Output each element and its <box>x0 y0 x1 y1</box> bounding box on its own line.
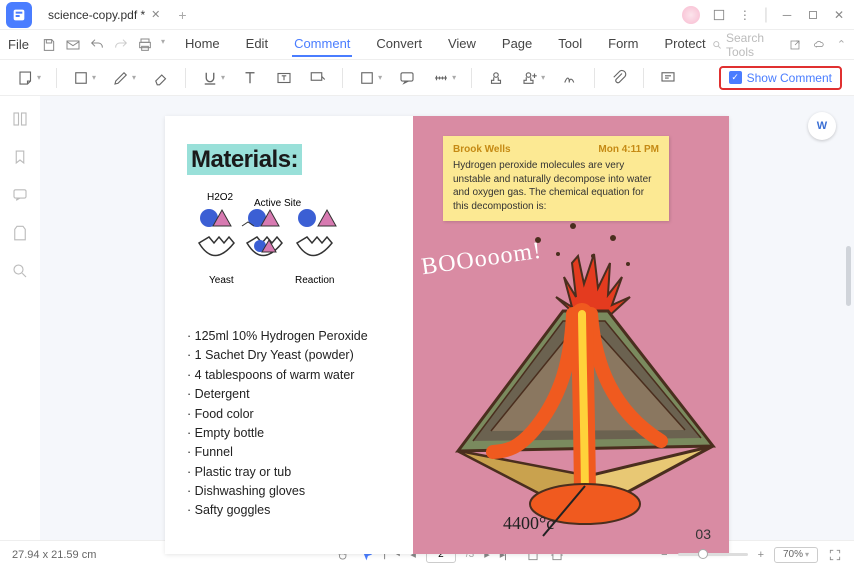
tab-close-icon[interactable]: ✕ <box>151 8 160 21</box>
stamp-custom-tool[interactable]: ▾ <box>516 66 550 90</box>
ai-sparkle-icon[interactable] <box>682 6 700 24</box>
comment-toolbar: ▾ ▾ ▾ ▾ ▾ ▾ ▾ ✓ Show Comment <box>0 60 854 96</box>
list-item: Empty bottle <box>187 424 393 443</box>
show-comment-label: Show Comment <box>747 71 832 85</box>
list-item: 4 tablespoons of warm water <box>187 366 393 385</box>
list-item: 125ml 10% Hydrogen Peroxide <box>187 327 393 346</box>
save-icon[interactable] <box>41 37 57 53</box>
cloud-icon[interactable] <box>813 37 825 53</box>
menubar: File ▾ Home Edit Comment Convert View Pa… <box>0 30 854 60</box>
list-item: Funnel <box>187 443 393 462</box>
kebab-menu-icon[interactable]: ⋮ <box>738 8 752 22</box>
qat-dropdown-icon[interactable]: ▾ <box>161 37 165 53</box>
checkbox-checked-icon: ✓ <box>729 71 742 84</box>
menu-protect[interactable]: Protect <box>662 32 707 57</box>
new-tab-button[interactable]: + <box>178 7 186 23</box>
collapse-ribbon-icon[interactable]: ⌃ <box>837 38 846 51</box>
temperature-label: 4400°c <box>503 513 554 534</box>
measure-tool[interactable]: ▾ <box>427 66 461 90</box>
vertical-scrollbar[interactable] <box>846 246 851 306</box>
label-h2o2: H2O2 <box>207 192 234 203</box>
highlight-tool[interactable]: ▾ <box>67 66 101 90</box>
show-comment-toggle[interactable]: ✓ Show Comment <box>719 66 842 90</box>
shape-tool[interactable]: ▾ <box>353 66 387 90</box>
share-icon[interactable] <box>789 37 801 53</box>
comment-panel-tool[interactable] <box>654 66 682 90</box>
menu-view[interactable]: View <box>446 32 478 57</box>
maximize-button[interactable] <box>806 8 820 22</box>
side-rail <box>0 96 40 540</box>
page-left-column: Materials: H2O2 Active Site <box>165 116 413 554</box>
fullscreen-icon[interactable] <box>828 548 842 562</box>
list-item: Detergent <box>187 385 393 404</box>
thumbnails-icon[interactable] <box>11 110 29 128</box>
underline-tool[interactable]: ▾ <box>196 66 230 90</box>
note-tool[interactable]: ▾ <box>12 66 46 90</box>
search-icon <box>712 38 722 52</box>
page-dimensions: 27.94 x 21.59 cm <box>12 549 96 561</box>
document-canvas[interactable]: W Materials: H2O2 Active Site <box>40 96 854 540</box>
volcano-illustration <box>413 216 729 546</box>
tab-title: science-copy.pdf * <box>48 8 145 22</box>
materials-list: 125ml 10% Hydrogen Peroxide 1 Sachet Dry… <box>187 327 393 521</box>
search-placeholder: Search Tools <box>726 31 777 59</box>
list-item: 1 Sachet Dry Yeast (powder) <box>187 346 393 365</box>
callout-tool[interactable] <box>304 66 332 90</box>
minimize-button[interactable]: ─ <box>780 8 794 22</box>
search-panel-icon[interactable] <box>11 262 29 280</box>
note-body: Hydrogen peroxide molecules are very uns… <box>453 159 659 213</box>
menu-tool[interactable]: Tool <box>556 32 584 57</box>
materials-heading: Materials: <box>187 144 302 175</box>
note-time: Mon 4:11 PM <box>598 144 659 155</box>
zoom-in-button[interactable]: + <box>758 549 764 561</box>
box-icon[interactable] <box>712 8 726 22</box>
list-item: Plastic tray or tub <box>187 463 393 482</box>
menu-home[interactable]: Home <box>183 32 222 57</box>
undo-icon[interactable] <box>89 37 105 53</box>
signature-tool[interactable] <box>556 66 584 90</box>
attachments-panel-icon[interactable] <box>11 224 29 242</box>
page-number: 03 <box>695 526 711 542</box>
textbox-tool[interactable] <box>270 66 298 90</box>
speech-tool[interactable] <box>393 66 421 90</box>
label-yeast: Yeast <box>209 275 234 286</box>
list-item: Safty goggles <box>187 501 393 520</box>
attachment-tool[interactable] <box>605 66 633 90</box>
mail-icon[interactable] <box>65 37 81 53</box>
list-item: Food color <box>187 405 393 424</box>
sketch-diagram: H2O2 Active Site Yeast Reaction <box>187 188 393 303</box>
label-active-site: Active Site <box>254 198 302 209</box>
menu-form[interactable]: Form <box>606 32 640 57</box>
menu-items: Home Edit Comment Convert View Page Tool… <box>183 32 708 57</box>
menu-convert[interactable]: Convert <box>374 32 424 57</box>
pdf-page: Materials: H2O2 Active Site <box>165 116 729 554</box>
file-menu[interactable]: File <box>8 37 29 52</box>
comment-note[interactable]: Brook Wells Mon 4:11 PM Hydrogen peroxid… <box>443 136 669 221</box>
eraser-tool[interactable] <box>147 66 175 90</box>
main-area: ▸ W Materials: H2O2 Active Site <box>0 96 854 540</box>
comments-panel-icon[interactable] <box>11 186 29 204</box>
search-tools[interactable]: Search Tools <box>712 31 777 59</box>
list-item: Dishwashing gloves <box>187 482 393 501</box>
note-author: Brook Wells <box>453 144 511 155</box>
word-export-badge[interactable]: W <box>808 112 836 140</box>
menu-edit[interactable]: Edit <box>244 32 270 57</box>
text-tool[interactable] <box>236 66 264 90</box>
app-logo[interactable] <box>6 2 32 28</box>
stamp-tool[interactable] <box>482 66 510 90</box>
titlebar: science-copy.pdf * ✕ + ⋮ | ─ ✕ <box>0 0 854 30</box>
menu-comment[interactable]: Comment <box>292 32 352 57</box>
label-reaction: Reaction <box>295 275 334 286</box>
bookmarks-icon[interactable] <box>11 148 29 166</box>
zoom-slider[interactable] <box>678 553 748 556</box>
menu-page[interactable]: Page <box>500 32 534 57</box>
redo-icon[interactable] <box>113 37 129 53</box>
print-icon[interactable] <box>137 37 153 53</box>
zoom-percent[interactable]: 70%▾ <box>774 547 818 563</box>
document-tab[interactable]: science-copy.pdf * ✕ <box>38 4 170 26</box>
close-window-button[interactable]: ✕ <box>832 8 846 22</box>
page-right-column: Brook Wells Mon 4:11 PM Hydrogen peroxid… <box>413 116 729 554</box>
pencil-tool[interactable]: ▾ <box>107 66 141 90</box>
